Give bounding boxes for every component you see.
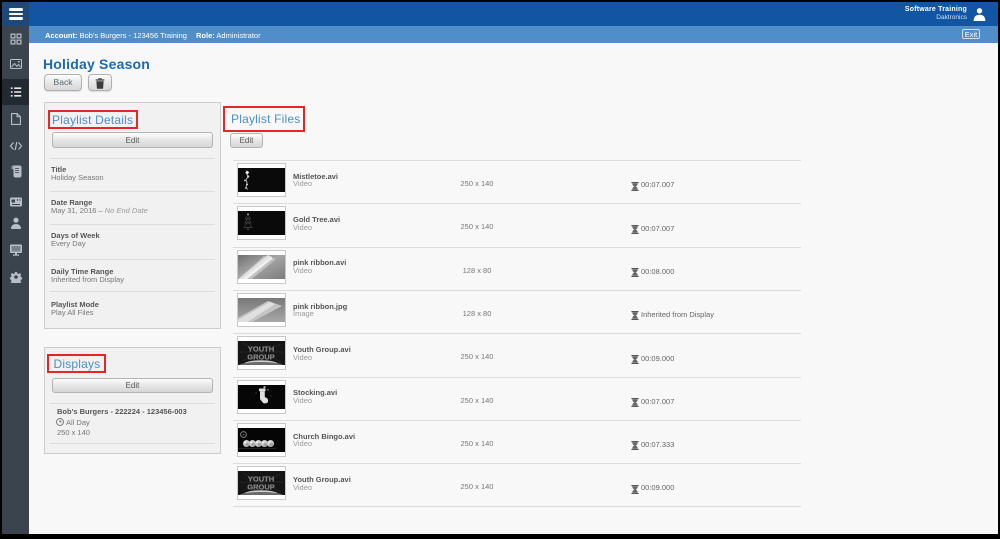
svg-text:GROUP: GROUP xyxy=(247,353,275,362)
svg-text:GROUP: GROUP xyxy=(247,483,275,492)
